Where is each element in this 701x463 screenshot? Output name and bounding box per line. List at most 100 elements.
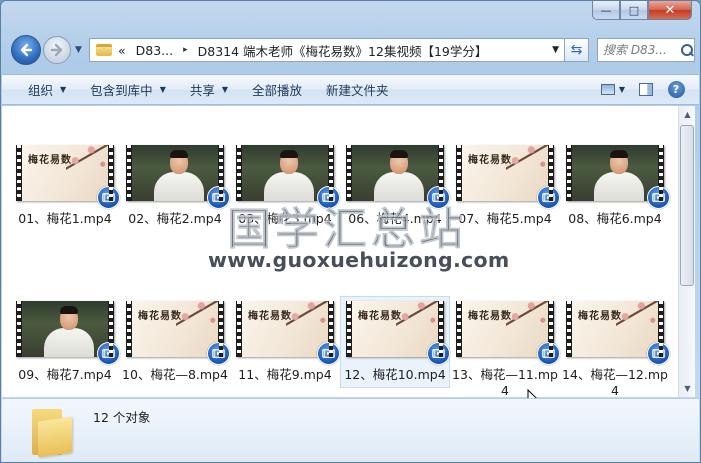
refresh-icon: ⇆ — [570, 42, 583, 58]
video-thumbnail: 梅花易数 — [126, 301, 230, 365]
thumbnail-slide-frame: 梅花易数 — [352, 301, 438, 357]
file-name: 08、梅花6.mp4 — [568, 211, 662, 226]
folder-icon — [32, 409, 72, 458]
explorer-window: — □ ✕ ▼ « D83... ▸ D8314 端木老师《梅花易数》12集视频… — [0, 0, 701, 463]
thumbnail-lecturer-frame — [572, 145, 658, 201]
preview-pane-button[interactable] — [631, 75, 661, 104]
recent-pages-dropdown[interactable]: ▼ — [75, 45, 82, 55]
chevron-down-icon: ▼ — [221, 85, 229, 94]
media-player-icon — [537, 186, 560, 209]
video-thumbnail — [16, 301, 120, 365]
breadcrumb-separator-icon[interactable]: ▸ — [183, 45, 188, 55]
back-button[interactable] — [11, 35, 41, 65]
forward-button[interactable] — [43, 36, 71, 64]
toolbar-right: ▼ ? — [593, 75, 699, 104]
file-item[interactable]: 梅花易数 01、梅花1.mp4 — [10, 141, 120, 230]
video-thumbnail: 梅花易数 — [456, 145, 560, 209]
new-folder-button[interactable]: 新建文件夹 — [314, 75, 401, 104]
search-input[interactable] — [603, 43, 681, 57]
details-pane: 12 个对象 — [2, 398, 699, 462]
file-item[interactable]: 09、梅花7.mp4 — [10, 297, 120, 386]
file-name: 13、梅花—11.mp4 — [452, 367, 558, 397]
share-label: 共享 — [189, 83, 215, 98]
watermark-url: www.guoxuehuizong.com — [208, 248, 510, 272]
share-menu[interactable]: 共享 ▼ — [178, 75, 240, 104]
scroll-up-icon[interactable]: ▲ — [679, 106, 696, 123]
slide-title: 梅花易数 — [578, 311, 622, 322]
breadcrumb-overflow[interactable]: « — [118, 43, 126, 58]
media-player-icon — [427, 342, 450, 365]
scroll-down-icon[interactable]: ▼ — [679, 380, 696, 397]
media-player-icon — [647, 186, 670, 209]
thumbnail-slide-frame: 梅花易数 — [462, 145, 548, 201]
refresh-button[interactable]: ⇆ — [565, 38, 589, 62]
thumbnail-slide-frame: 梅花易数 — [242, 301, 328, 357]
file-item[interactable]: 梅花易数 13、梅花—11.mp4 — [450, 297, 560, 397]
file-item[interactable]: 梅花易数 12、梅花10.mp4 — [340, 296, 450, 388]
back-arrow-icon — [20, 43, 33, 57]
play-all-button[interactable]: 全部播放 — [240, 75, 314, 104]
chevron-down-icon[interactable]: ▼ — [619, 85, 625, 94]
file-name: 02、梅花2.mp4 — [128, 211, 222, 226]
help-icon: ? — [667, 81, 685, 98]
file-item[interactable]: 梅花易数 10、梅花—8.mp4 — [120, 297, 230, 386]
video-thumbnail — [126, 145, 230, 209]
address-bar[interactable]: « D83... ▸ D8314 端木老师《梅花易数》12集视频【19学分】 ▼ — [89, 38, 565, 62]
help-button[interactable]: ? — [661, 75, 691, 104]
video-thumbnail: 梅花易数 — [236, 301, 340, 365]
file-name: 01、梅花1.mp4 — [18, 211, 112, 226]
video-thumbnail: 梅花易数 — [456, 301, 560, 365]
file-item[interactable]: 梅花易数 14、梅花—12.mp4 — [560, 297, 670, 397]
scrollbar-thumb[interactable] — [680, 125, 694, 286]
preview-pane-icon — [639, 83, 653, 96]
slide-title: 梅花易数 — [468, 311, 512, 322]
address-dropdown-icon[interactable]: ▼ — [552, 45, 559, 55]
slide-title: 梅花易数 — [468, 155, 512, 166]
media-player-icon — [97, 186, 120, 209]
slide-title: 梅花易数 — [28, 155, 72, 166]
thumbnail-slide-frame: 梅花易数 — [572, 301, 658, 357]
breadcrumb-current[interactable]: D8314 端木老师《梅花易数》12集视频【19学分】 — [198, 41, 488, 60]
play-all-label: 全部播放 — [252, 83, 303, 98]
video-thumbnail — [566, 145, 670, 209]
media-player-icon — [537, 342, 560, 365]
file-name: 12、梅花10.mp4 — [344, 367, 446, 382]
views-icon — [600, 84, 615, 95]
video-thumbnail: 梅花易数 — [346, 301, 450, 365]
breadcrumb-parent[interactable]: D83... — [136, 43, 173, 58]
navigation-bar: ▼ « D83... ▸ D8314 端木老师《梅花易数》12集视频【19学分】… — [9, 34, 695, 66]
thumbnail-slide-frame: 梅花易数 — [132, 301, 218, 357]
slide-title: 梅花易数 — [248, 311, 292, 322]
slide-title: 梅花易数 — [138, 311, 182, 322]
thumbnail-lecturer-frame — [132, 145, 218, 201]
vertical-scrollbar[interactable]: ▲ ▼ — [678, 106, 695, 397]
forward-arrow-icon — [50, 43, 63, 57]
close-button[interactable]: ✕ — [648, 1, 692, 20]
minimize-button[interactable]: — — [592, 1, 620, 20]
file-name: 10、梅花—8.mp4 — [122, 367, 228, 382]
organize-label: 组织 — [28, 83, 54, 98]
chevron-down-icon: ▼ — [60, 85, 67, 94]
thumbnail-slide-frame: 梅花易数 — [462, 301, 548, 357]
file-name: 11、梅花9.mp4 — [238, 367, 332, 382]
file-item[interactable]: 02、梅花2.mp4 — [120, 141, 230, 230]
command-bar: 组织 ▼ 包含到库中 ▼ 共享 ▼ 全部播放 新建文件夹 ▼ ? — [2, 74, 699, 105]
media-player-icon — [317, 342, 340, 365]
search-box[interactable] — [597, 38, 695, 62]
media-player-icon — [647, 342, 670, 365]
file-name: 14、梅花—12.mp4 — [562, 367, 668, 397]
new-folder-label: 新建文件夹 — [326, 83, 389, 98]
media-player-icon — [207, 342, 230, 365]
search-icon[interactable] — [681, 44, 693, 56]
file-item[interactable]: 08、梅花6.mp4 — [560, 141, 670, 230]
file-name: 09、梅花7.mp4 — [18, 367, 112, 382]
media-player-icon — [97, 342, 120, 365]
maximize-button[interactable]: □ — [620, 1, 648, 20]
include-in-library-label: 包含到库中 — [90, 83, 153, 98]
file-item[interactable]: 梅花易数 11、梅花9.mp4 — [230, 297, 340, 386]
include-in-library-menu[interactable]: 包含到库中 ▼ — [78, 75, 178, 104]
object-count: 12 个对象 — [93, 410, 151, 425]
organize-menu[interactable]: 组织 ▼ — [2, 75, 78, 104]
chevron-down-icon: ▼ — [159, 85, 166, 94]
folder-icon — [96, 44, 112, 56]
